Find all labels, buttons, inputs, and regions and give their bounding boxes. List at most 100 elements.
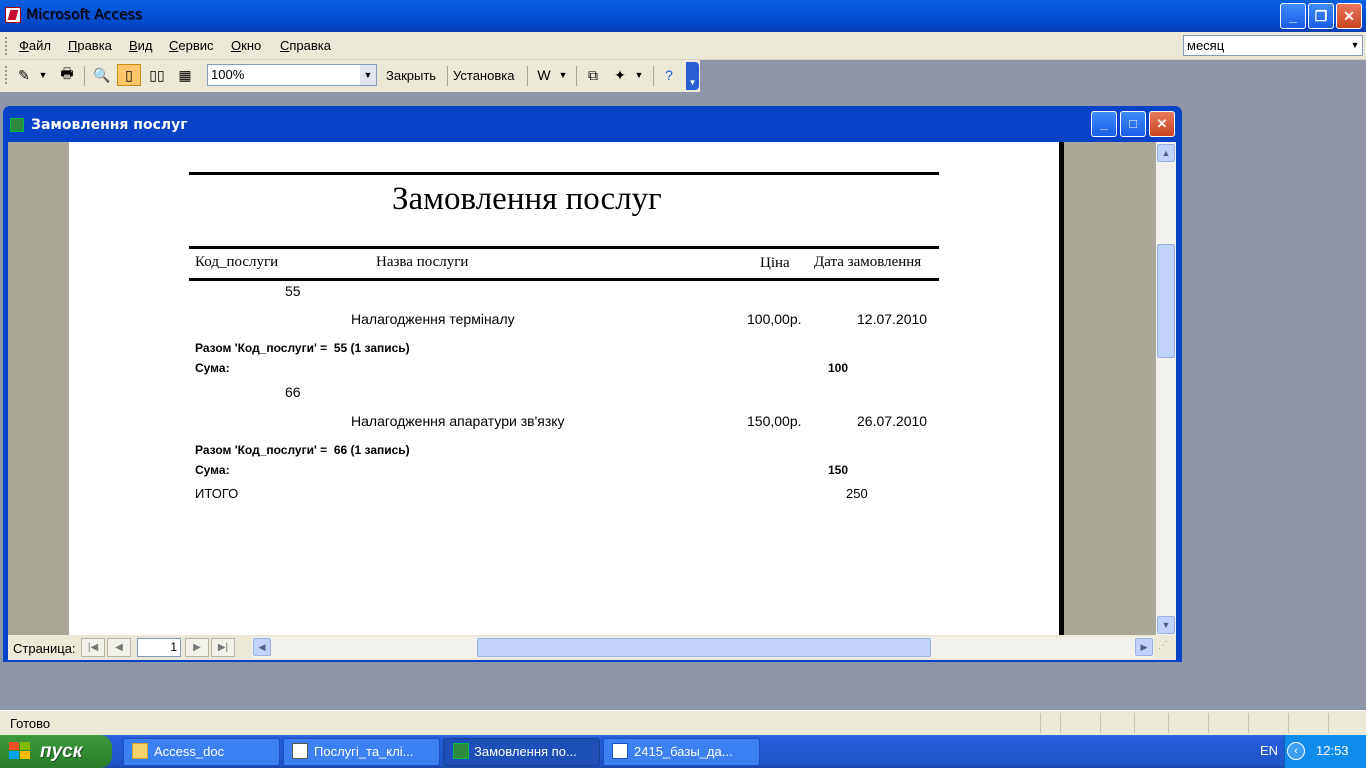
help-icon[interactable]: ? xyxy=(657,64,681,86)
first-page-icon[interactable]: |◀ xyxy=(81,638,105,657)
chevron-down-icon[interactable]: ▼ xyxy=(632,64,646,86)
toolbar-grip-handle[interactable] xyxy=(5,66,8,84)
sum-value: 150 xyxy=(828,463,849,477)
language-indicator[interactable]: EN xyxy=(1260,743,1278,758)
menu-view[interactable]: Вид xyxy=(129,38,153,53)
previous-page-icon[interactable]: ◀ xyxy=(107,638,131,657)
scroll-down-icon[interactable]: ▼ xyxy=(1157,616,1175,634)
last-page-icon[interactable]: ▶| xyxy=(211,638,235,657)
service-price: 150,00р. xyxy=(747,413,802,429)
task-label: Послугі_та_клі... xyxy=(314,744,414,759)
app-title-bar[interactable] xyxy=(0,0,1366,32)
tray-expand-icon[interactable]: ‹ xyxy=(1287,742,1305,760)
menu-window[interactable]: Окно xyxy=(231,38,261,53)
toolbar-separator xyxy=(84,66,85,86)
vertical-scroll-thumb[interactable] xyxy=(1157,244,1175,358)
report-icon[interactable] xyxy=(10,118,24,132)
app-title: Microsoft Access xyxy=(26,7,143,23)
horizontal-scroll-thumb[interactable] xyxy=(477,638,931,657)
report-window-title: Замовлення послуг xyxy=(31,117,188,133)
service-price: 100,00р. xyxy=(747,311,802,327)
sum-label: Сума: xyxy=(195,361,230,375)
group-code: 66 xyxy=(285,384,301,400)
toolbar-separator xyxy=(527,66,528,86)
report-icon xyxy=(453,743,469,759)
chevron-down-icon[interactable]: ▼ xyxy=(360,65,376,85)
restore-button[interactable]: ❐ xyxy=(1308,3,1334,29)
status-panel xyxy=(1060,713,1100,733)
table-icon xyxy=(292,743,308,759)
scroll-right-icon[interactable]: ▶ xyxy=(1135,638,1153,656)
tray-clock: 12:53 xyxy=(1316,743,1349,758)
task-label: 2415_базы_да... xyxy=(634,744,733,759)
menu-file[interactable]: Файл xyxy=(19,38,51,53)
zoom-icon[interactable]: 🔍 xyxy=(90,64,114,86)
status-panel xyxy=(1328,713,1364,733)
report-close-button[interactable]: ✕ xyxy=(1149,111,1175,137)
office-links-icon[interactable]: W xyxy=(532,64,556,86)
status-panel xyxy=(1134,713,1168,733)
group-summary: Разом 'Код_послуги' = 66 (1 запись) xyxy=(195,443,410,457)
toolbar-separator xyxy=(576,66,577,86)
new-object-icon[interactable]: ✦ xyxy=(608,64,632,86)
report-maximize-button[interactable]: □ xyxy=(1120,111,1146,137)
zoom-value: 100% xyxy=(211,67,245,82)
word-doc-icon xyxy=(612,743,628,759)
print-icon[interactable]: 🖶 xyxy=(55,64,79,86)
report-title: Замовлення послуг xyxy=(392,181,662,217)
menu-edit[interactable]: Правка xyxy=(68,38,112,53)
group-code: 55 xyxy=(285,283,301,299)
minimize-button[interactable]: _ xyxy=(1280,3,1306,29)
scroll-up-icon[interactable]: ▲ xyxy=(1157,144,1175,162)
toolbar-separator xyxy=(653,66,654,86)
close-preview-button[interactable]: Закрыть xyxy=(386,68,436,83)
header-date: Дата замовлення xyxy=(814,254,922,270)
design-view-icon[interactable]: ✎ xyxy=(12,64,36,86)
windows-flag-icon xyxy=(8,741,32,761)
close-button[interactable]: ✕ xyxy=(1336,3,1362,29)
report-minimize-button[interactable]: _ xyxy=(1091,111,1117,137)
status-panel xyxy=(1288,713,1328,733)
status-panel xyxy=(1208,713,1248,733)
toolbar-separator xyxy=(447,66,448,86)
sum-value: 100 xyxy=(828,361,849,375)
service-name: Налагодження апаратури зв'язку xyxy=(351,413,565,429)
status-panel xyxy=(1248,713,1288,733)
zoom-combo[interactable]: 100% ▼ xyxy=(207,64,377,86)
database-window-icon[interactable]: ⧉ xyxy=(581,64,605,86)
two-pages-icon[interactable]: ▯▯ xyxy=(145,64,169,86)
page-label: Страница: xyxy=(13,641,76,656)
status-panel xyxy=(1040,713,1060,733)
toolbar-options-icon[interactable]: ▼ xyxy=(686,62,699,90)
task-label: Access_doc xyxy=(154,744,225,759)
page-setup-button[interactable]: Установка xyxy=(453,68,514,83)
header-code: Код_послуги xyxy=(195,254,279,270)
chevron-down-icon[interactable]: ▼ xyxy=(556,64,570,86)
resize-grip-icon[interactable]: ⋰ xyxy=(1158,640,1174,656)
one-page-icon[interactable]: ▯ xyxy=(117,64,141,86)
group-summary: Разом 'Код_послуги' = 55 (1 запись) xyxy=(195,341,410,355)
scroll-left-icon[interactable]: ◀ xyxy=(253,638,271,656)
page-edge xyxy=(1059,142,1064,635)
status-panel xyxy=(1100,713,1134,733)
total-label: ИТОГО xyxy=(195,486,239,501)
total-value: 250 xyxy=(846,486,868,501)
page-number-input[interactable]: 1 xyxy=(137,638,181,657)
multiple-pages-icon[interactable]: ▦ xyxy=(173,64,197,86)
header-top-rule xyxy=(189,246,939,249)
status-text: Готово xyxy=(10,716,51,731)
view-dropdown-icon[interactable]: ▼ xyxy=(36,64,50,86)
menu-tools[interactable]: Сервис xyxy=(169,38,214,53)
report-title-rule xyxy=(189,172,939,175)
order-date: 26.07.2010 xyxy=(857,413,928,429)
chevron-down-icon[interactable]: ▼ xyxy=(1348,36,1362,55)
next-page-icon[interactable]: ▶ xyxy=(185,638,209,657)
menu-help[interactable]: Справка xyxy=(280,38,331,53)
vertical-scrollbar[interactable] xyxy=(1156,142,1176,635)
question-combo[interactable]: месяц ▼ xyxy=(1183,35,1363,56)
menu-grip-handle[interactable] xyxy=(5,37,8,55)
folder-icon xyxy=(132,743,148,759)
access-app-icon[interactable] xyxy=(5,7,21,23)
task-label: Замовлення по... xyxy=(474,744,577,759)
header-bottom-rule xyxy=(189,278,939,281)
